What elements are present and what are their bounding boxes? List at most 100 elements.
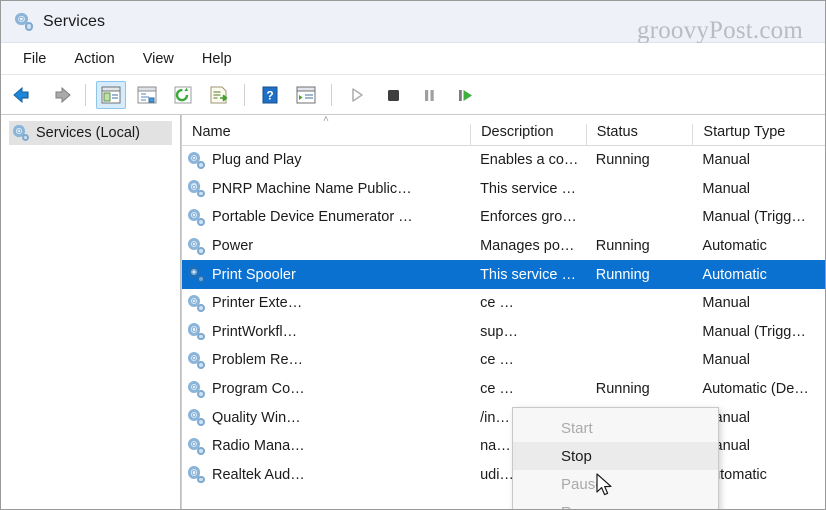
table-row[interactable]: Radio Mana…na…RunningManual (182, 432, 825, 461)
services-gear-icon (13, 125, 29, 141)
cell-name: Printer Exte… (182, 294, 470, 312)
refresh-button[interactable] (168, 81, 198, 109)
service-gear-icon (188, 266, 205, 284)
cell-name-label: PNRP Machine Name Public… (212, 180, 412, 197)
list-header: Name Description Status Startup Type ˄ (182, 115, 825, 146)
context-menu-item-pause: Pause (513, 470, 718, 498)
context-menu-item-label: Stop (561, 447, 592, 465)
cell-description: ce … (480, 295, 514, 312)
cell-startup-type: Manual (Trigg… (702, 209, 806, 226)
table-row[interactable]: PNRP Machine Name Public… This service … M… (182, 175, 825, 204)
context-menu-item-label: Resume (561, 504, 617, 510)
context-menu-item-label: Start (561, 419, 593, 437)
service-gear-icon (188, 466, 205, 484)
cell-startup-type: Automatic (702, 266, 767, 283)
table-row[interactable]: Quality Win…/in… Manual (182, 403, 825, 432)
table-row[interactable]: Power Manages po… Running Automatic (182, 232, 825, 261)
cell-name: Problem Re… (182, 351, 470, 369)
toolbar: ? (1, 75, 825, 115)
watermark: groovyPost.com (637, 17, 803, 44)
cell-status: Running (595, 381, 650, 398)
service-gear-icon (188, 208, 205, 226)
service-gear-icon (188, 351, 205, 369)
table-row[interactable]: Program Co… ce … Running Automatic (De… (182, 375, 825, 404)
context-menu-item-resume: Resume (513, 498, 718, 510)
svg-text:?: ? (266, 88, 273, 102)
forward-button[interactable] (45, 81, 75, 109)
cell-name-label: Power (212, 238, 254, 255)
menu-action[interactable]: Action (64, 48, 124, 70)
cell-name-label: Program Co… (212, 381, 305, 398)
menu-bar: File Action View Help (1, 43, 825, 75)
table-row[interactable]: Portable Device Enumerator … Enforces gro… (182, 203, 825, 232)
menu-help[interactable]: Help (192, 48, 242, 70)
cell-name-label: Plug and Play (212, 152, 302, 169)
sidebar-item-services-local[interactable]: Services (Local) (9, 121, 172, 145)
cell-description: This service … (480, 266, 576, 283)
start-service-button[interactable] (342, 81, 372, 109)
cell-name: Plug and Play (182, 151, 470, 169)
services-window: Services groovyPost.com File Action View… (0, 0, 826, 510)
cell-name: Program Co… (182, 380, 470, 398)
column-header-name[interactable]: Name (182, 124, 470, 145)
restart-service-button[interactable] (450, 81, 480, 109)
sort-ascending-icon: ˄ (323, 115, 329, 125)
services-list: Plug and Play Enables a co… Running Manual P… (182, 146, 825, 489)
cell-description: Enforces gro… (480, 209, 577, 226)
table-row[interactable]: Problem Re… ce … Manual (182, 346, 825, 375)
show-hide-console-tree-button[interactable] (96, 80, 126, 109)
cell-startup-type: Manual (Trigg… (702, 323, 806, 340)
table-row[interactable]: Realtek Aud…udi…RunningAutomatic (182, 461, 825, 490)
cell-startup-type: Manual (702, 180, 750, 197)
cell-description: This service … (480, 180, 576, 197)
column-header-status[interactable]: Status (585, 124, 693, 145)
context-menu-item-stop[interactable]: Stop (513, 442, 718, 470)
cell-name: Print Spooler (182, 266, 470, 284)
column-header-startup-type[interactable]: Startup Type (692, 124, 825, 145)
cell-description: Manages po… (480, 238, 575, 255)
cell-description: ce … (480, 381, 514, 398)
export-list-button[interactable] (204, 81, 234, 109)
pause-service-button[interactable] (414, 81, 444, 109)
cell-name: Portable Device Enumerator … (182, 208, 470, 226)
table-row[interactable]: PrintWorkfl… sup… Manual (Trigg… (182, 318, 825, 347)
menu-file[interactable]: File (13, 48, 56, 70)
title-bar: Services groovyPost.com (1, 1, 825, 44)
menu-view[interactable]: View (133, 48, 184, 70)
services-list-pane: Name Description Status Startup Type ˄ P… (181, 115, 825, 509)
cell-name: Radio Mana… (182, 437, 470, 455)
window-title: Services (43, 12, 106, 30)
table-row[interactable]: Plug and Play Enables a co… Running Manual (182, 146, 825, 175)
table-row[interactable]: Print Spooler This service … Running Automa… (182, 260, 825, 289)
table-row[interactable]: Printer Exte… ce … Manual (182, 289, 825, 318)
toolbar-separator (331, 83, 332, 106)
cell-name-label: Radio Mana… (212, 438, 305, 455)
cell-startup-type: Manual (702, 295, 750, 312)
properties-button[interactable] (132, 81, 162, 109)
services-gear-icon (15, 12, 33, 31)
context-menu-item-start: Start (513, 414, 718, 442)
cell-startup-type: Automatic (De… (702, 381, 809, 398)
service-gear-icon (188, 237, 205, 255)
cell-description: sup… (480, 323, 518, 340)
cell-name-label: Quality Win… (212, 409, 301, 426)
sidebar-item-label: Services (Local) (36, 125, 140, 141)
cell-startup-type: Manual (702, 152, 750, 169)
stop-service-button[interactable] (378, 81, 408, 109)
cell-name: Realtek Aud… (182, 466, 470, 484)
cell-name-label: Realtek Aud… (212, 466, 305, 483)
show-action-pane-button[interactable] (291, 81, 321, 109)
service-gear-icon (188, 294, 205, 312)
help-question-icon[interactable]: ? (255, 81, 285, 109)
cell-name-label: Printer Exte… (212, 295, 303, 312)
cell-name: PNRP Machine Name Public… (182, 180, 470, 198)
column-header-description[interactable]: Description (470, 124, 586, 145)
cell-name-label: Problem Re… (212, 352, 304, 369)
cell-name-label: Portable Device Enumerator … (212, 209, 413, 226)
cell-name: PrintWorkfl… (182, 323, 470, 341)
toolbar-separator (244, 83, 245, 106)
service-gear-icon (188, 151, 205, 169)
cell-status: Running (595, 266, 650, 283)
console-tree-pane: Services (Local) (1, 115, 181, 509)
back-button[interactable] (9, 81, 39, 109)
